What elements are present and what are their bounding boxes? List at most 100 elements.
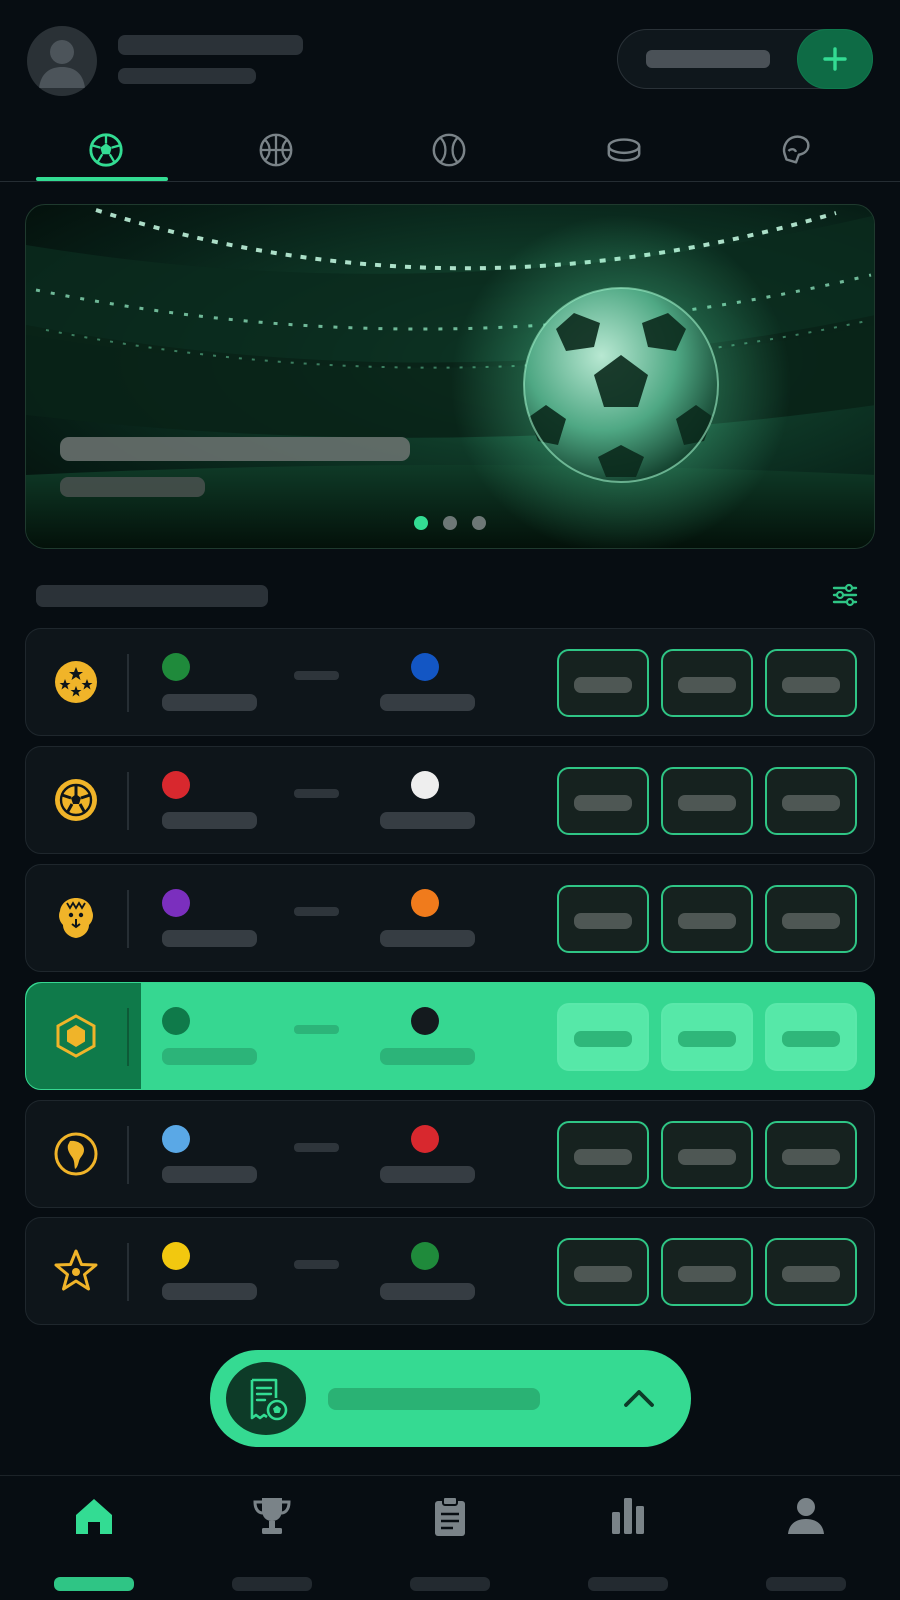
- nav-label-placeholder: [766, 1577, 846, 1591]
- match-row[interactable]: [25, 864, 875, 972]
- europa-league-icon: [55, 779, 97, 821]
- champions-league-icon: [55, 661, 97, 703]
- user-avatar-icon[interactable]: [27, 26, 97, 96]
- odds-button-away[interactable]: [765, 1121, 857, 1189]
- row-divider: [127, 1243, 129, 1301]
- odds-button-draw[interactable]: [661, 767, 753, 835]
- versus-dash: [294, 907, 339, 916]
- home-team-name-placeholder: [162, 1166, 257, 1183]
- odds-button-draw[interactable]: [661, 1003, 753, 1071]
- odds-button-home[interactable]: [557, 767, 649, 835]
- odds-button-away[interactable]: [765, 1238, 857, 1306]
- basketball-icon: [259, 133, 293, 167]
- odds-button-away[interactable]: [765, 767, 857, 835]
- nav-bets[interactable]: [410, 1494, 490, 1591]
- odds-value-placeholder: [678, 795, 736, 811]
- match-row-selected[interactable]: [25, 982, 875, 1090]
- odds-button-draw[interactable]: [661, 1238, 753, 1306]
- odds-button-home[interactable]: [557, 1238, 649, 1306]
- nav-label-placeholder: [54, 1577, 134, 1591]
- tab-soccer[interactable]: [41, 126, 171, 174]
- away-team-color: [411, 889, 439, 917]
- carousel-dot[interactable]: [414, 516, 428, 530]
- sports-betting-home: [0, 0, 900, 1600]
- odds-button-away[interactable]: [765, 649, 857, 717]
- away-team-color: [411, 1125, 439, 1153]
- row-divider: [127, 890, 129, 948]
- home-team-name-placeholder: [162, 1048, 257, 1065]
- active-tab-indicator: [36, 177, 168, 181]
- nav-trophy[interactable]: [232, 1494, 312, 1591]
- home-team-color: [162, 771, 190, 799]
- wallet-balance-pill[interactable]: [617, 29, 873, 89]
- away-team-name-placeholder: [380, 930, 475, 947]
- away-team-color: [411, 653, 439, 681]
- odds-button-draw[interactable]: [661, 649, 753, 717]
- away-team-name-placeholder: [380, 1283, 475, 1300]
- odds-value-placeholder: [574, 677, 632, 693]
- versus-dash: [294, 1260, 339, 1269]
- tennis-ball-icon: [432, 133, 466, 167]
- bottom-navigation: [0, 1475, 900, 1600]
- nav-label-placeholder: [232, 1577, 312, 1591]
- nav-home[interactable]: [54, 1494, 134, 1591]
- home-team-color: [162, 889, 190, 917]
- match-row[interactable]: [25, 746, 875, 854]
- bar-chart-icon: [612, 1498, 644, 1534]
- nav-label-placeholder: [588, 1577, 668, 1591]
- odds-button-home[interactable]: [557, 885, 649, 953]
- match-row[interactable]: [25, 1100, 875, 1208]
- carousel-dot[interactable]: [472, 516, 486, 530]
- bet-slip-receipt-icon: [250, 1378, 288, 1420]
- chevron-up-icon[interactable]: [622, 1382, 656, 1416]
- away-team-name-placeholder: [380, 1048, 475, 1065]
- odds-value-placeholder: [782, 913, 840, 929]
- tab-tennis[interactable]: [384, 126, 514, 174]
- carousel-dots: [414, 516, 486, 530]
- nav-profile[interactable]: [766, 1494, 846, 1591]
- soccer-ball-icon: [89, 133, 123, 167]
- odds-value-placeholder: [782, 1149, 840, 1165]
- sliders-icon[interactable]: [830, 580, 860, 610]
- odds-value-placeholder: [678, 677, 736, 693]
- odds-value-placeholder: [678, 1266, 736, 1282]
- nav-stats[interactable]: [588, 1494, 668, 1591]
- odds-value-placeholder: [678, 1031, 736, 1047]
- odds-value-placeholder: [574, 913, 632, 929]
- bet-slip-bar[interactable]: [210, 1350, 691, 1447]
- home-team-name-placeholder: [162, 930, 257, 947]
- odds-button-away[interactable]: [765, 1003, 857, 1071]
- carousel-dot[interactable]: [443, 516, 457, 530]
- odds-value-placeholder: [782, 1266, 840, 1282]
- odds-button-draw[interactable]: [661, 1121, 753, 1189]
- promo-banner[interactable]: [25, 204, 875, 549]
- versus-dash: [294, 671, 339, 680]
- star-league-icon: [54, 1249, 98, 1291]
- away-team-color: [411, 1242, 439, 1270]
- row-divider: [127, 1008, 129, 1066]
- tab-basketball[interactable]: [211, 126, 341, 174]
- away-team-name-placeholder: [380, 812, 475, 829]
- home-icon: [76, 1499, 112, 1534]
- odds-value-placeholder: [678, 1149, 736, 1165]
- banner-title-placeholder: [60, 437, 410, 461]
- add-funds-button[interactable]: [797, 29, 873, 89]
- odds-value-placeholder: [782, 1031, 840, 1047]
- match-row[interactable]: [25, 1217, 875, 1325]
- match-row[interactable]: [25, 628, 875, 736]
- tab-boxing[interactable]: [731, 126, 861, 174]
- odds-value-placeholder: [574, 1266, 632, 1282]
- clipboard-icon: [435, 1496, 465, 1536]
- odds-button-away[interactable]: [765, 885, 857, 953]
- header: [0, 0, 900, 118]
- tab-hockey[interactable]: [559, 126, 689, 174]
- hockey-puck-icon: [607, 138, 641, 162]
- home-team-color: [162, 1007, 190, 1035]
- user-name-placeholder: [118, 35, 303, 55]
- odds-button-home[interactable]: [557, 1003, 649, 1071]
- premier-league-lion-icon: [59, 898, 93, 938]
- odds-button-home[interactable]: [557, 649, 649, 717]
- odds-button-home[interactable]: [557, 1121, 649, 1189]
- odds-button-draw[interactable]: [661, 885, 753, 953]
- row-divider: [127, 654, 129, 712]
